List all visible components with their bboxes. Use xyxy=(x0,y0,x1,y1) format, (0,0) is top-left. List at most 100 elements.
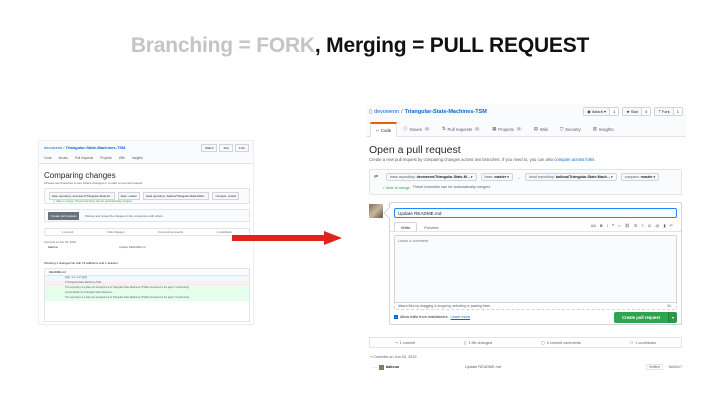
task-list-icon[interactable]: ☑ xyxy=(648,223,652,228)
allow-edits-option[interactable]: ✓ Allow edits from maintainers. Learn mo… xyxy=(394,315,470,319)
tab-wiki[interactable]: ▤ Wiki xyxy=(528,122,554,136)
repo-name-link[interactable]: Triangular-State-Machines-TSM xyxy=(405,109,487,115)
tab-projects[interactable]: ▦ Projects 0 xyxy=(486,122,528,136)
left-tab-code[interactable]: Code xyxy=(44,156,52,160)
create-pull-request-label[interactable]: Create pull request xyxy=(614,312,668,323)
left-watch-button[interactable]: Watch xyxy=(201,144,218,152)
commit-sha-link[interactable]: 5b5b917 xyxy=(669,365,682,369)
fork-label: Fork xyxy=(661,109,670,114)
stat-commit-comments[interactable]: ▢ 0 commit comments xyxy=(541,340,581,346)
head-repository-select[interactable]: head repository: balicoa/Triangular-State… xyxy=(524,173,617,181)
compare-branch-select[interactable]: compare: master ▾ xyxy=(620,173,660,181)
left-commit-author[interactable]: balicoa xyxy=(48,245,58,249)
watch-button[interactable]: ◉ Watch ▾ 1 xyxy=(583,107,620,116)
head-repository-label: head repository: xyxy=(528,175,555,179)
code-icon[interactable]: ‹› xyxy=(618,223,621,228)
attach-files-bar[interactable]: Attach files by dragging & dropping, sel… xyxy=(394,303,677,310)
tab-security-label: Security xyxy=(565,126,581,132)
commit-row: ⋯ balicoa Update README.md Verified 5b5b… xyxy=(373,362,682,372)
commit-group-icon: ⊸ xyxy=(369,355,373,359)
left-stat-commits[interactable]: 1 commit xyxy=(62,230,73,234)
open-pull-request-screenshot: ▯ devowenn / Triangular-State-Machines-T… xyxy=(366,104,686,382)
left-compare-select[interactable]: compare: master xyxy=(212,192,240,200)
left-create-pr-text: Discuss and review the changes in this c… xyxy=(85,214,164,218)
switch-arrows-icon[interactable]: ⇄ xyxy=(374,174,382,180)
left-tab-wiki[interactable]: Wiki xyxy=(119,156,125,160)
left-tab-projects[interactable]: Projects xyxy=(100,156,112,160)
allow-edits-checkbox[interactable]: ✓ xyxy=(394,315,398,319)
star-count[interactable]: 0 xyxy=(642,108,651,115)
chevron-down-icon[interactable]: ▾ xyxy=(667,312,677,323)
mention-icon[interactable]: @ xyxy=(655,223,659,228)
tab-wiki-label: Wiki xyxy=(539,126,548,132)
bookmark-icon[interactable]: ▮ xyxy=(663,223,665,228)
left-tab-insights[interactable]: Insights xyxy=(132,156,143,160)
left-stats-bar: 1 commit 1 file changed 0 commit comment… xyxy=(44,228,250,236)
left-stat-files[interactable]: 1 file changed xyxy=(107,230,124,234)
avatar[interactable] xyxy=(369,204,383,218)
commit-message-link[interactable]: Update README.md xyxy=(465,365,646,369)
reply-icon[interactable]: ↶ xyxy=(670,223,673,228)
commit-author[interactable]: balicoa xyxy=(386,365,399,369)
left-head-repo-select[interactable]: head repository: balicoa/Triangular-Stat… xyxy=(142,192,210,200)
quote-icon[interactable]: ❝ xyxy=(612,223,614,228)
stat-files-changed[interactable]: ▯ 1 file changed xyxy=(464,340,492,346)
base-repository-select[interactable]: base repository: devowenn/Triangular-Stat… xyxy=(386,173,477,181)
tab-pull-requests[interactable]: ⇅ Pull requests 0 xyxy=(436,122,486,136)
left-repo-owner[interactable]: devowenn xyxy=(44,145,62,150)
link-icon[interactable]: ⛓ xyxy=(625,223,630,228)
commit-author-cell: ⋯ balicoa xyxy=(373,364,465,370)
left-create-pr-button[interactable]: Create pull request xyxy=(48,212,80,220)
italic-icon[interactable]: I xyxy=(607,223,608,228)
base-branch-select[interactable]: base: master ▾ xyxy=(480,173,513,181)
repo-actions: ◉ Watch ▾ 1 ★ Star 0 ᛘ Fork 1 xyxy=(583,107,683,116)
stat-contributors[interactable]: ⚇ 1 contributor xyxy=(630,340,657,346)
merge-status-detail: These branches can be automatically merg… xyxy=(412,185,491,189)
left-stat-comments[interactable]: 0 commit comments xyxy=(158,230,183,234)
comment-textarea[interactable] xyxy=(394,235,677,303)
numbered-list-icon[interactable]: ≡ xyxy=(641,223,643,228)
chevron-down-icon: ▾ xyxy=(603,109,606,114)
pr-title-input[interactable] xyxy=(394,208,677,218)
star-button[interactable]: ★ Star 0 xyxy=(622,107,652,116)
tab-insights[interactable]: ▥ Insights xyxy=(587,122,620,136)
left-range-editor: base repository: devowenn/Triangular-Sta… xyxy=(44,188,250,204)
list-icon[interactable]: ☰ xyxy=(634,223,638,228)
verified-badge[interactable]: Verified xyxy=(645,364,663,370)
bold-icon[interactable]: B xyxy=(600,223,603,228)
left-file-name[interactable]: README.md xyxy=(45,269,249,276)
learn-more-link[interactable]: Learn more xyxy=(451,315,470,319)
tab-issues[interactable]: ⓘ Issues 0 xyxy=(397,122,436,136)
left-fork-button[interactable]: Fork xyxy=(235,144,249,152)
left-tab-pull-requests[interactable]: Pull requests xyxy=(75,156,93,160)
diff-line: This repository is a place for developme… xyxy=(45,296,249,301)
watch-count[interactable]: 1 xyxy=(609,108,619,115)
tab-security[interactable]: ⛉ Security xyxy=(554,122,587,136)
compare-across-forks-link[interactable]: compare across forks. xyxy=(554,157,595,162)
repo-book-icon: ▯ xyxy=(369,109,373,115)
tab-code[interactable]: ‹› Code xyxy=(370,122,398,137)
header-icon[interactable]: AA xyxy=(591,223,596,228)
head-repository-value: balicoa/Triangular-State-Mach... xyxy=(555,175,610,179)
left-repo-actions: Watch Star Fork xyxy=(201,144,249,152)
compare-branch-label: compare: xyxy=(624,175,640,179)
left-star-button[interactable]: Star xyxy=(219,144,233,152)
left-repo-path[interactable]: devowenn / Triangular-State-Machines-TSM xyxy=(44,145,125,150)
markdown-icon[interactable]: M↓ xyxy=(667,304,672,308)
commit-author-avatar[interactable] xyxy=(378,364,384,370)
stat-commits[interactable]: ⊸ 1 commit xyxy=(395,340,416,346)
fork-button[interactable]: ᛘ Fork 1 xyxy=(654,107,683,116)
left-commit-message[interactable]: Update README.md xyxy=(119,245,145,249)
left-tab-issues[interactable]: Issues xyxy=(59,156,68,160)
shield-icon: ⛉ xyxy=(559,126,564,132)
left-repo-header: devowenn / Triangular-State-Machines-TSM… xyxy=(39,141,253,164)
left-stat-contributors[interactable]: 1 contributor xyxy=(217,230,233,234)
left-repo-name[interactable]: Triangular-State-Machines-TSM xyxy=(66,145,126,150)
fork-count[interactable]: 1 xyxy=(673,108,682,115)
tab-code-label: Code xyxy=(380,127,392,133)
code-icon: ‹› xyxy=(376,127,379,133)
graph-icon: ▥ xyxy=(592,126,597,131)
markdown-toolbar: AA B I ❝ ‹› ⛓ ☰ ≡ ☑ @ ▮ ↶ xyxy=(591,223,673,228)
repo-owner-link[interactable]: devowenn xyxy=(374,109,399,115)
create-pull-request-button[interactable]: Create pull request ▾ xyxy=(614,312,677,323)
